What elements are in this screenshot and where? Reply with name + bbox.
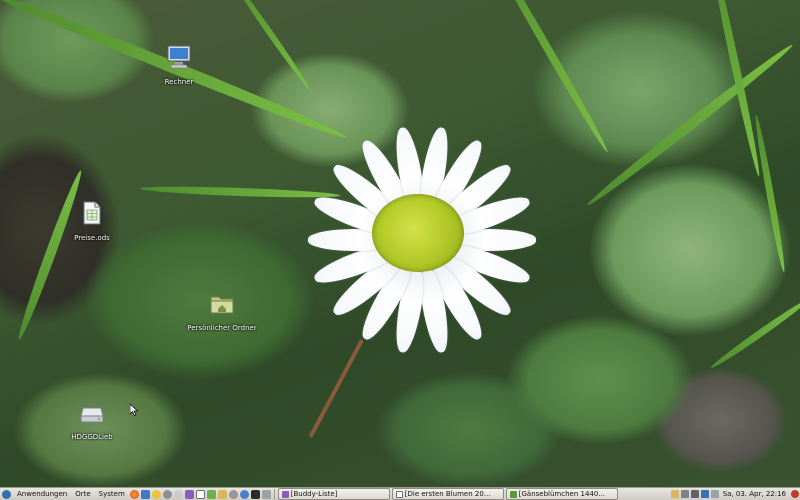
computer-icon	[167, 45, 191, 69]
network-launcher-icon[interactable]	[162, 489, 172, 499]
daisy-stem	[308, 339, 364, 439]
bottom-panel: Anwendungen Orte System [Buddy-Liste] [D…	[0, 487, 800, 500]
drive-icon	[80, 407, 104, 423]
folder-launcher-icon[interactable]	[217, 489, 227, 499]
mouse-cursor-icon	[130, 404, 138, 416]
desktop-icon-label: Rechner	[164, 78, 194, 86]
desktop-icon-preise-ods[interactable]: Preise.ods	[37, 201, 147, 244]
pidgin-launcher-icon[interactable]	[184, 489, 194, 499]
desktop[interactable]: Rechner Preise.ods Persönlicher Ordner H…	[0, 0, 800, 487]
taskbar-item-label: [Buddy-Liste]	[290, 490, 338, 498]
panel-separator	[273, 489, 275, 499]
taskbar-item-label: [Gänseblümchen 1440...	[518, 490, 605, 498]
mail-launcher-icon[interactable]	[140, 489, 150, 499]
system-tray: Sa, 03. Apr, 22:16	[670, 490, 800, 498]
desktop-icon-persoenlicher-ordner[interactable]: Persönlicher Ordner	[167, 293, 277, 334]
image-viewer-icon	[509, 490, 517, 498]
pidgin-icon	[281, 490, 289, 498]
volume-icon[interactable]	[690, 490, 699, 498]
menu-system[interactable]: System	[95, 488, 129, 500]
grass-blade	[14, 168, 86, 342]
grass-blade	[708, 296, 800, 371]
calc-launcher-icon[interactable]	[206, 489, 216, 499]
settings-launcher-icon[interactable]	[261, 489, 271, 499]
taskbar-item-gaensebluemchen[interactable]: [Gänseblümchen 1440...	[505, 488, 618, 500]
home-folder-icon	[210, 296, 234, 314]
taskbar-item-die-ersten-blumen[interactable]: [Die ersten Blumen 20...	[391, 488, 504, 500]
gnome-foot-icon	[2, 489, 11, 499]
grass-blade	[227, 0, 313, 93]
taskbar-item-label: [Die ersten Blumen 20...	[404, 490, 491, 498]
spreadsheet-file-icon	[83, 201, 101, 225]
thunderbird-launcher-icon[interactable]	[239, 489, 249, 499]
terminal-launcher-icon[interactable]	[250, 489, 260, 499]
panel-clock[interactable]: Sa, 03. Apr, 22:16	[720, 490, 790, 498]
desktop-icon-rechner[interactable]: Rechner	[124, 45, 234, 88]
battery-icon[interactable]	[710, 490, 719, 498]
grass-blade	[752, 114, 788, 273]
keyboard-icon[interactable]	[680, 490, 689, 498]
power-icon[interactable]	[791, 490, 799, 498]
disc-launcher-icon[interactable]	[173, 489, 183, 499]
network-icon[interactable]	[700, 490, 709, 498]
document-icon	[395, 490, 403, 498]
help-launcher-icon[interactable]	[151, 489, 161, 499]
desktop-icon-label: Persönlicher Ordner	[187, 324, 257, 332]
desktop-icon-label: HDGGDLieb	[71, 433, 113, 441]
browser-launcher-icon[interactable]	[228, 489, 238, 499]
user-icon[interactable]	[670, 490, 679, 498]
desktop-icon-label: Preise.ods	[74, 234, 110, 242]
writer-launcher-icon[interactable]	[195, 489, 205, 499]
daisy-disc	[372, 194, 464, 272]
daisy-flower	[296, 125, 548, 355]
taskbar-item-buddy-liste[interactable]: [Buddy-Liste]	[277, 488, 390, 500]
firefox-launcher-icon[interactable]	[129, 489, 139, 499]
menu-orte[interactable]: Orte	[71, 488, 94, 500]
menu-anwendungen[interactable]: Anwendungen	[13, 488, 71, 500]
